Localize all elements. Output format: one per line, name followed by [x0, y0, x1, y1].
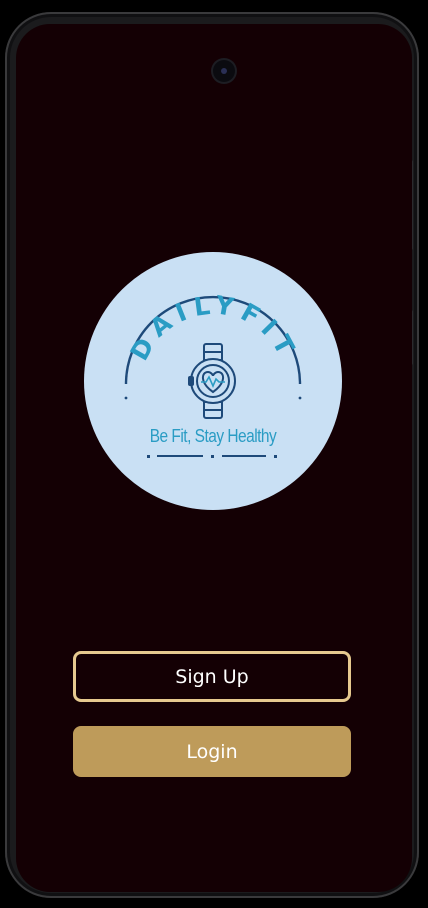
logo-artwork: DAILYFIT — [124, 290, 304, 458]
login-button[interactable]: Login — [73, 726, 351, 777]
logo-underline — [147, 455, 277, 458]
smartwatch-heart-icon — [188, 343, 236, 419]
logo-dot-right — [298, 396, 302, 400]
sign-up-label: Sign Up — [175, 665, 249, 688]
logo-brand-text: DAILYFIT — [125, 290, 304, 365]
logo-tagline: Be Fit, Stay Healthy — [149, 426, 277, 446]
logo-dot-left — [124, 396, 128, 400]
dailyfit-logo: DAILYFIT Be Fit, Stay Healthy — [84, 252, 342, 510]
login-label: Login — [186, 740, 238, 763]
sign-up-button[interactable]: Sign Up — [73, 651, 351, 702]
front-camera — [213, 60, 235, 82]
